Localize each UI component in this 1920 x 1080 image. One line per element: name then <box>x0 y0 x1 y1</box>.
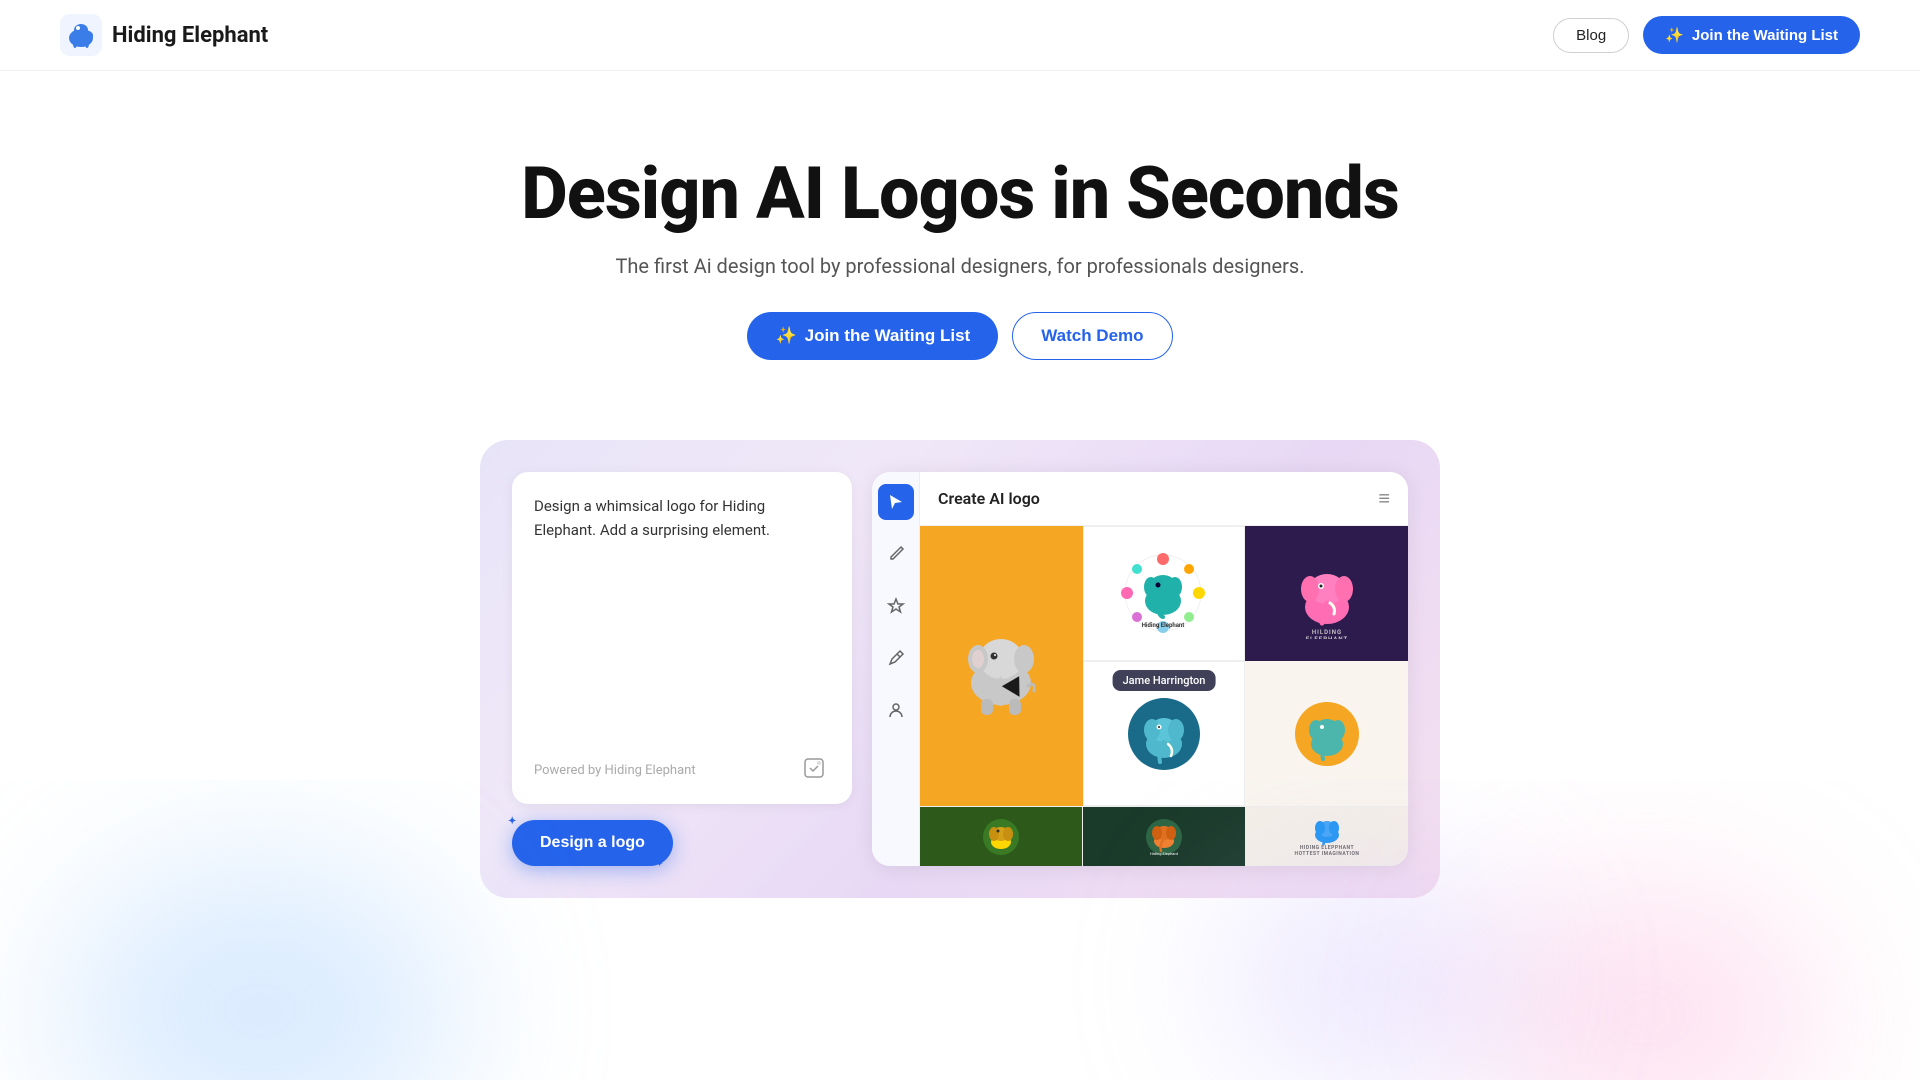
svg-text:Hiding Elephant: Hiding Elephant <box>1142 622 1185 629</box>
image-edit-icon <box>802 756 830 784</box>
blog-button[interactable]: Blog <box>1553 18 1629 53</box>
prompt-text: Design a whimsical logo for Hiding Eleph… <box>534 494 830 736</box>
brand-name: Hiding Elephant <box>112 23 268 48</box>
logo-bottom-row: Hiding Elephant HIDING ELEPPHANTHOTTEST … <box>920 806 1408 866</box>
prompt-footer: Powered by Hiding Elephant <box>534 756 830 784</box>
hero-cta-icon: ✨ <box>775 326 796 346</box>
round-teal-elephant-logo <box>1124 694 1204 774</box>
user-tool-button[interactable] <box>878 692 914 728</box>
tooltip-badge: Jame Harrington <box>1113 670 1216 691</box>
hero-section: Design AI Logos in Seconds The first Ai … <box>0 71 1920 400</box>
elephant-logo-orange <box>946 611 1056 721</box>
logo-panel: Create AI logo ≡ <box>920 472 1408 866</box>
blue-blob <box>60 860 460 1080</box>
logo-cell-orange-elephant[interactable] <box>920 526 1083 806</box>
powered-by-label: Powered by Hiding Elephant <box>534 763 696 778</box>
flower-elephant-logo: Hiding Elephant <box>1121 551 1206 636</box>
logo-panel-title: Create AI logo <box>938 489 1040 508</box>
svg-text:ELEEPHANT: ELEEPHANT <box>1305 636 1347 639</box>
green-elephant-badge <box>981 817 1021 857</box>
partial-elephant-logo <box>1287 694 1367 774</box>
join-waiting-list-hero-button[interactable]: ✨ Join the Waiting List <box>747 312 998 360</box>
logo-cell-round-teal[interactable]: Jame Harrington <box>1083 661 1246 806</box>
design-logo-button[interactable]: Design a logo <box>512 820 673 866</box>
hero-buttons: ✨ Join the Waiting List Watch Demo <box>20 312 1900 360</box>
dark-green-elephant-badge: Hiding Elephant <box>1144 817 1184 857</box>
logo-cell-partial[interactable] <box>1245 661 1408 806</box>
logo-grid: Hiding Elephant <box>920 526 1408 806</box>
panel-menu-icon[interactable]: ≡ <box>1378 486 1390 511</box>
brand-icon <box>60 14 102 56</box>
sidebar-icons <box>872 472 920 866</box>
cursor-tool-button[interactable] <box>878 484 914 520</box>
svg-text:Hiding Elephant: Hiding Elephant <box>1150 851 1179 856</box>
logo-panel-header: Create AI logo ≡ <box>920 472 1408 526</box>
purple-blob <box>1220 880 1520 1080</box>
hero-headline: Design AI Logos in Seconds <box>20 151 1900 236</box>
prompt-card: Design a whimsical logo for Hiding Eleph… <box>512 472 852 804</box>
logo-cell-dark-elephant[interactable]: HILDING ELEEPHANT <box>1245 526 1408 661</box>
right-panel: Create AI logo ≡ <box>872 472 1408 866</box>
nav-actions: Blog ✨ Join the Waiting List <box>1553 16 1860 54</box>
watch-demo-button[interactable]: Watch Demo <box>1012 312 1172 360</box>
pink-blob <box>1470 890 1820 1080</box>
logo-bottom-cell-2[interactable]: Hiding Elephant <box>1083 807 1246 866</box>
shape-tool-button[interactable] <box>878 588 914 624</box>
join-waiting-list-nav-button[interactable]: ✨ Join the Waiting List <box>1643 16 1860 54</box>
left-panel: Design a whimsical logo for Hiding Eleph… <box>512 472 852 866</box>
dark-elephant-logo: HILDING ELEEPHANT <box>1282 549 1372 639</box>
text-elephant-logo <box>1312 817 1342 845</box>
demo-container: Design a whimsical logo for Hiding Eleph… <box>480 440 1440 898</box>
hero-subheadline: The first Ai design tool by professional… <box>20 254 1900 278</box>
logo-cell-flowers[interactable]: Hiding Elephant <box>1083 526 1246 661</box>
navbar: Hiding Elephant Blog ✨ Join the Waiting … <box>0 0 1920 71</box>
brand-logo[interactable]: Hiding Elephant <box>60 14 268 56</box>
pencil-tool-button[interactable] <box>878 640 914 676</box>
logo-bottom-cell-1[interactable] <box>920 807 1083 866</box>
logo-bottom-cell-3[interactable]: HIDING ELEPPHANTHOTTEST IMAGINATION <box>1246 807 1408 866</box>
svg-text:HILDING: HILDING <box>1312 629 1342 636</box>
waiting-list-icon: ✨ <box>1665 26 1684 44</box>
pen-tool-button[interactable] <box>878 536 914 572</box>
